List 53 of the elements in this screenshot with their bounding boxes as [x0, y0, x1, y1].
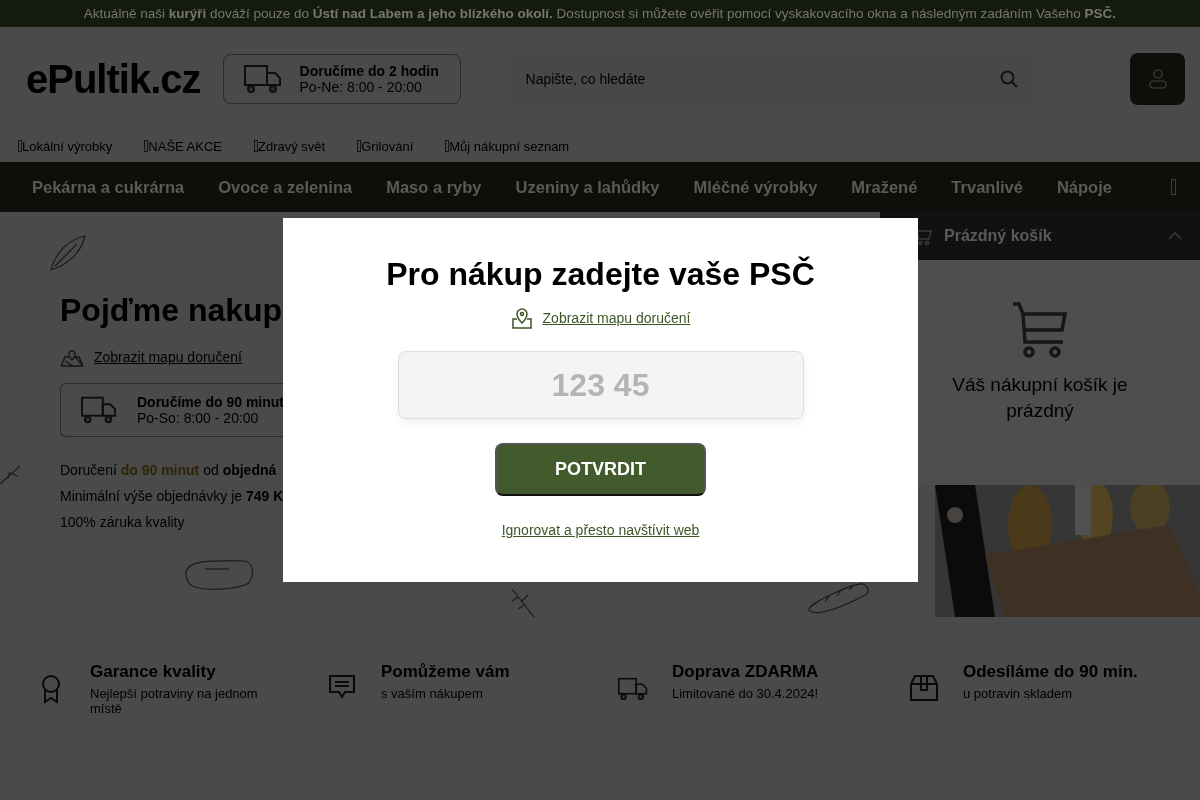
feature-subtitle: Limitované do 30.4.2024!	[672, 686, 819, 701]
feature-subtitle: u potravin skladem	[963, 686, 1074, 701]
feature-subtitle: Nejlepší potraviny na jednom místě	[90, 686, 259, 716]
feature-title: Garance kvality	[90, 662, 217, 682]
dialog-title: Pro nákup zadejte vaše PSČ	[386, 256, 815, 293]
ignore-link[interactable]: Ignorovat a přesto navštívit web	[501, 522, 700, 538]
chat-icon	[328, 674, 356, 700]
search-icon[interactable]	[999, 69, 1018, 88]
category-link[interactable]: Uzeniny a lahůdky	[515, 177, 660, 197]
hero-heading: Pojďme nakup	[60, 292, 283, 329]
announcement-text: Aktuálně naši kurýři dováží pouze do Ústí nad Labem a jeho blízkého okolí. Dostupnost si můžete ověřit pomocí vyskakovacího okna a následným zadáním Vašeho PSČ.	[83, 6, 1117, 21]
category-link[interactable]: Maso a ryby	[386, 177, 482, 197]
info-text: 100% záruka kvality	[60, 513, 185, 532]
feature-subtitle: s vaším nákupem	[381, 686, 484, 701]
info-text: Minimální výše objednávky je 749 K	[60, 487, 284, 506]
cart-title: Prázdný košík	[944, 227, 1052, 245]
chevron-up-icon[interactable]	[1168, 232, 1182, 240]
quick-link[interactable]: NAŠE AKCE	[144, 138, 223, 154]
leaf-drawing	[47, 234, 87, 272]
empty-cart-text: Váš nákupní košík je prázdný	[951, 373, 1129, 423]
category-link[interactable]: Mražené	[851, 177, 918, 197]
category-link[interactable]: Pekárna a cukrárna	[32, 177, 185, 197]
confirm-button[interactable]: POTVRDIT	[495, 443, 706, 496]
logo[interactable]: ePultik.cz	[26, 53, 201, 104]
truck-icon	[81, 395, 117, 425]
cart-header[interactable]: Prázdný košík	[880, 212, 1200, 260]
map-pin-icon	[60, 347, 84, 367]
category-link[interactable]: Mléčné výrobky	[693, 177, 818, 197]
box-icon	[909, 674, 939, 702]
quick-link[interactable]: Grilování	[357, 138, 414, 154]
quick-link[interactable]: Můj nákupní seznam	[445, 138, 570, 154]
category-link[interactable]: Ovoce a zelenina	[218, 177, 353, 197]
delivery-hours: Po-So: 8:00 - 20:00	[136, 410, 260, 426]
truck-icon	[243, 63, 282, 94]
user-icon	[1148, 68, 1167, 89]
category-link[interactable]: Nápoje	[1056, 177, 1112, 197]
quick-link[interactable]: Zdravý svět	[254, 138, 326, 154]
baguette-drawing	[805, 580, 871, 616]
delivery-title: Doručíme do 2 hodin	[299, 62, 439, 79]
quick-link[interactable]: Lokální výrobky	[18, 138, 113, 154]
zip-code-field[interactable]: 123 45	[397, 351, 804, 419]
feature-title: Odesíláme do 90 min.	[963, 662, 1138, 682]
feature-title: Doprava ZDARMA	[672, 662, 819, 682]
feature-title: Pomůžeme vám	[381, 662, 510, 682]
cart-icon	[1011, 302, 1069, 358]
info-text: Doručení do 90 minut od objedná	[60, 461, 277, 480]
account-button[interactable]	[1130, 52, 1185, 105]
delivery-title: Doručíme do 90 minut	[136, 394, 284, 410]
delivery-hours: Po-Ne: 8:00 - 20:00	[299, 78, 423, 95]
map-pin-icon	[510, 307, 533, 329]
delivery-map-link[interactable]: Zobrazit mapu doručení	[542, 310, 691, 326]
category-link[interactable]: Trvanlivé	[951, 177, 1023, 197]
delivery-map-link[interactable]: Zobrazit mapu doručení	[94, 349, 242, 365]
